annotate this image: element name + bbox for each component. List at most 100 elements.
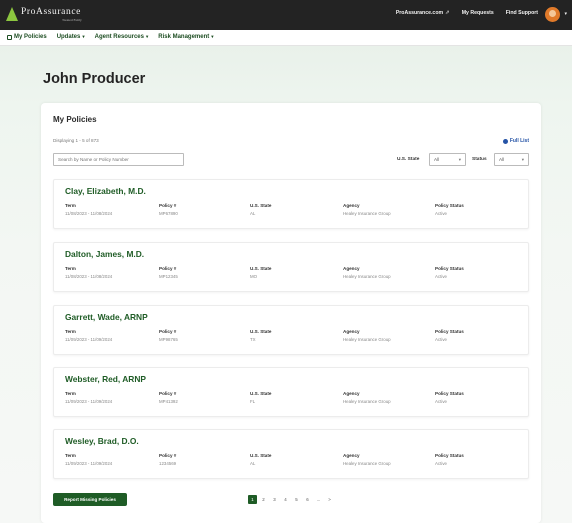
main-nav: My Policies Updates ▾ Agent Resources ▾ … [0,30,572,46]
nav-my-policies[interactable]: My Policies [7,34,47,40]
chevron-down-icon: ▾ [458,157,461,162]
next-page-button[interactable]: > [325,495,334,504]
policy-number-header: Policy # [159,266,177,271]
policy-status-value: Active [435,399,447,404]
chevron-down-icon: ▾ [82,34,85,39]
policy-number-header: Policy # [159,203,177,208]
chevron-down-icon: ▾ [521,157,524,162]
term-value: 11/09/2023 - 11/09/2024 [65,337,113,342]
nav-agent-resources[interactable]: Agent Resources ▾ [95,34,149,40]
nav-updates-label: Updates [56,34,81,40]
policy-row[interactable]: Clay, Elizabeth, M.D. Term 11/08/2023 - 1… [53,179,529,229]
term-value: 11/08/2023 - 11/08/2024 [65,211,113,216]
policy-number-value: MP67890 [159,211,178,216]
report-missing-policies-button[interactable]: Report Missing Policies [53,493,127,506]
term-header: Term [65,203,76,208]
agency-value: Healey Insurance Group [343,274,391,279]
full-list-label: Full List [509,138,529,144]
policy-holder-name[interactable]: Wesley, Brad, D.O. [65,436,139,446]
state-header: U.S. State [250,391,272,396]
term-value: 11/09/2023 - 11/09/2024 [65,461,113,466]
policy-holder-name[interactable]: Dalton, James, M.D. [65,249,144,259]
page-1-button[interactable]: 1 [248,495,257,504]
page-6-button[interactable]: 6 [303,495,312,504]
brand-name[interactable]: ProAssurance [21,7,81,17]
policy-holder-name[interactable]: Webster, Red, ARNP [65,374,146,384]
agency-header: Agency [343,453,360,458]
policy-number-header: Policy # [159,329,177,334]
state-value: TX [250,337,256,342]
policy-row[interactable]: Garrett, Wade, ARNP Term 11/09/2023 - 11/… [53,305,529,355]
agency-value: Healey Insurance Group [343,337,391,342]
policy-row[interactable]: Webster, Red, ARNP Term 11/09/2023 - 11/0… [53,367,529,417]
nav-risk-management-label: Risk Management [158,34,210,40]
policy-holder-name[interactable]: Clay, Elizabeth, M.D. [65,186,146,196]
grid-icon [7,34,12,40]
state-value: AL [250,461,256,466]
term-header: Term [65,329,76,334]
chevron-down-icon: ▾ [211,34,214,39]
avatar[interactable] [545,7,560,22]
policy-number-value: MP12345 [159,274,178,279]
nav-updates[interactable]: Updates ▾ [57,34,85,40]
policy-status-header: Policy Status [435,391,464,396]
term-value: 11/08/2023 - 11/08/2024 [65,274,113,279]
state-select[interactable]: All ▾ [429,153,466,166]
term-value: 11/09/2023 - 11/09/2024 [65,399,113,404]
state-value: FL [250,399,256,404]
top-bar: ProAssurance Treated Fairly ProAssurance… [0,0,572,30]
term-header: Term [65,453,76,458]
term-header: Term [65,391,76,396]
status-select-value: All [499,157,505,162]
page-3-button[interactable]: 3 [270,495,279,504]
agency-header: Agency [343,203,360,208]
policy-row[interactable]: Wesley, Brad, D.O. Term 11/09/2023 - 11/0… [53,429,529,479]
agency-value: Healey Insurance Group [343,461,391,466]
top-links: ProAssurance.com ⇗ My Requests Find Supp… [396,10,538,16]
my-requests-link[interactable]: My Requests [462,10,494,16]
policy-status-value: Active [435,211,447,216]
state-select-value: All [434,157,440,162]
policy-status-header: Policy Status [435,329,464,334]
status-select[interactable]: All ▾ [494,153,529,166]
page-5-button[interactable]: 5 [292,495,301,504]
results-count: Displaying 1 - 5 of 873 [53,138,99,143]
policy-status-value: Active [435,461,447,466]
chevron-down-icon: ▾ [145,34,149,39]
policy-status-value: Active [435,337,447,342]
nav-risk-management[interactable]: Risk Management ▾ [158,34,213,40]
policy-number-value: 1234569 [159,461,177,466]
search-input[interactable] [53,153,184,166]
page-title: John Producer [43,71,146,87]
page-ellipsis: ... [316,497,321,502]
term-header: Term [65,266,76,271]
policy-status-header: Policy Status [435,266,464,271]
page-4-button[interactable]: 4 [281,495,290,504]
brand-tagline: Treated Fairly [62,18,82,22]
state-value: AL [250,211,256,216]
agency-value: Healey Insurance Group [343,211,391,216]
external-link-icon: ⇗ [445,10,450,16]
nav-my-policies-label: My Policies [14,34,47,40]
policy-status-header: Policy Status [435,453,464,458]
policy-number-value: MP41392 [159,399,178,404]
agency-header: Agency [343,266,360,271]
state-header: U.S. State [250,329,272,334]
full-list-link[interactable]: Full List [502,138,529,144]
policy-number-header: Policy # [159,391,177,396]
page-2-button[interactable]: 2 [259,495,268,504]
logo-icon[interactable] [6,7,18,21]
chevron-down-icon[interactable]: ▾ [564,11,567,17]
agency-header: Agency [343,391,360,396]
card-title: My Policies [53,115,97,124]
state-value: MO [250,274,258,279]
policy-row[interactable]: Dalton, James, M.D. Term 11/08/2023 - 11/… [53,242,529,292]
pagination: 1 2 3 4 5 6 ... > [248,495,334,504]
state-header: U.S. State [250,203,272,208]
policy-status-header: Policy Status [435,203,464,208]
policy-holder-name[interactable]: Garrett, Wade, ARNP [65,312,148,322]
find-support-link[interactable]: Find Support [506,10,538,16]
nav-agent-resources-label: Agent Resources [94,34,144,40]
proassurance-link[interactable]: ProAssurance.com ⇗ [396,10,450,16]
policy-number-header: Policy # [159,453,177,458]
